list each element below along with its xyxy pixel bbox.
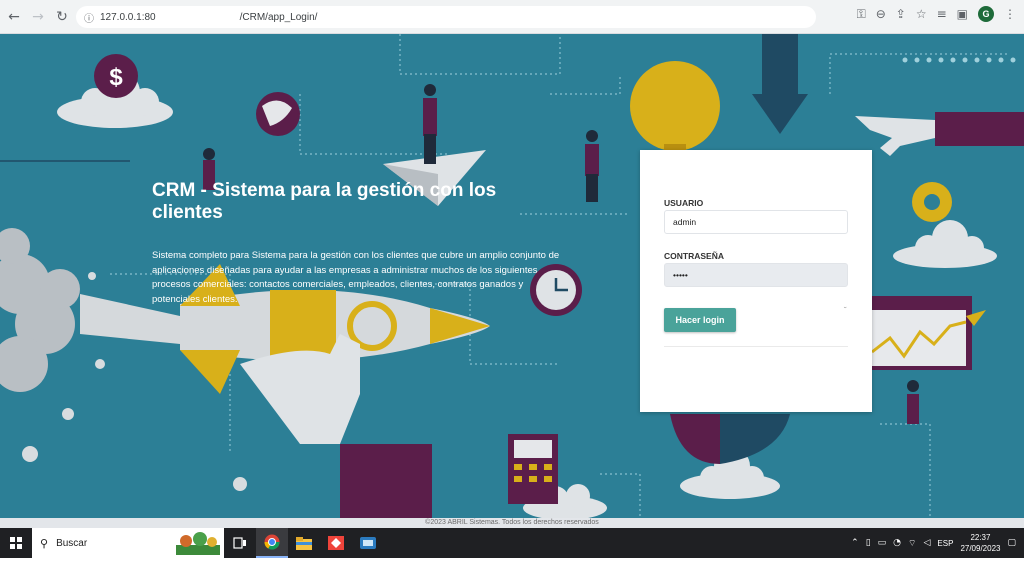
bookmark-star-icon[interactable]: ☆ [916, 7, 927, 21]
url-redaction [155, 10, 240, 24]
network-icon[interactable]: ◔ [893, 538, 901, 548]
back-icon[interactable]: ← [4, 7, 24, 27]
reload-icon[interactable]: ↻ [52, 7, 72, 27]
taskbar-search[interactable]: ⚲ Buscar [32, 528, 224, 558]
svg-text:$: $ [109, 64, 123, 91]
bottom-margin [0, 558, 1024, 576]
user-label: USUARIO [664, 198, 704, 208]
hero-title: CRM - Sistema para la gestión con los cl… [152, 180, 497, 223]
file-explorer-icon[interactable] [288, 528, 320, 558]
clock-time: 22:37 [970, 533, 991, 542]
search-placeholder: Buscar [56, 537, 88, 549]
notification-icon[interactable]: ▢ [1007, 538, 1016, 548]
device-icon[interactable]: ▯ [866, 538, 871, 548]
battery-icon[interactable]: ▭ [878, 538, 887, 548]
card-divider [664, 346, 848, 347]
login-button[interactable]: Hacer login [664, 308, 736, 332]
password-field[interactable]: ••••• [664, 263, 848, 287]
profile-avatar[interactable]: G [978, 6, 994, 22]
key-icon[interactable]: ⚿ [857, 7, 866, 22]
start-button[interactable] [0, 528, 32, 558]
site-info-icon[interactable]: ⓘ [84, 10, 94, 25]
page-footer: ©2023 ABRIL Sistemas. Todos los derechos… [0, 518, 1024, 528]
windows-logo-icon [10, 537, 22, 549]
wifi-icon[interactable]: ⌔ [908, 538, 916, 549]
windows-taskbar: ⚲ Buscar ⌃ ▯ ▭ ◔ ⌔ ◁ ESP 22:37 27/09/202… [0, 528, 1024, 558]
chrome-taskbar-icon[interactable] [256, 528, 288, 558]
search-highlight-image [176, 532, 220, 555]
system-tray: ⌃ ▯ ▭ ◔ ⌔ ◁ ESP 22:37 27/09/2023 ▢ [851, 528, 1016, 558]
volume-icon[interactable]: ◁ [924, 538, 931, 548]
reading-list-icon[interactable]: ≡ [937, 7, 947, 21]
task-view-icon[interactable] [224, 528, 256, 558]
browser-toolbar: ← → ↻ ⓘ 127.0.0.1:80 /CRM/app_Login/ ⚿ ⊖… [0, 0, 1024, 34]
app-taskbar-icon[interactable] [352, 528, 384, 558]
password-label: CONTRASEÑA [664, 251, 724, 261]
menu-dots-icon[interactable]: ⋮ [1004, 7, 1016, 21]
taskbar-clock[interactable]: 22:37 27/09/2023 [960, 532, 1000, 554]
url-suffix: /CRM/app_Login/ [239, 11, 318, 23]
clock-date: 27/09/2023 [960, 544, 1001, 553]
zoom-icon[interactable]: ⊖ [876, 7, 886, 21]
forward-icon[interactable]: → [28, 7, 48, 27]
divider-mark: ˘ [844, 306, 847, 315]
anydesk-icon[interactable] [320, 528, 352, 558]
url-prefix: 127.0.0.1:80 [100, 11, 156, 23]
language-indicator[interactable]: ESP [937, 539, 953, 548]
hero-description: Sistema completo para Sistema para la ge… [152, 250, 560, 305]
address-bar[interactable]: ⓘ 127.0.0.1:80 /CRM/app_Login/ [76, 6, 816, 28]
share-icon[interactable]: ⇪ [896, 7, 906, 21]
search-icon: ⚲ [40, 536, 49, 550]
login-page: $ CRM - Sistema para la gestión con los … [0, 34, 1024, 518]
chevron-up-icon[interactable]: ⌃ [851, 538, 859, 548]
side-panel-icon[interactable]: ▣ [957, 7, 968, 21]
username-field[interactable]: admin [664, 210, 848, 234]
login-card: USUARIO admin CONTRASEÑA ••••• ˘ Hacer l… [640, 150, 872, 412]
